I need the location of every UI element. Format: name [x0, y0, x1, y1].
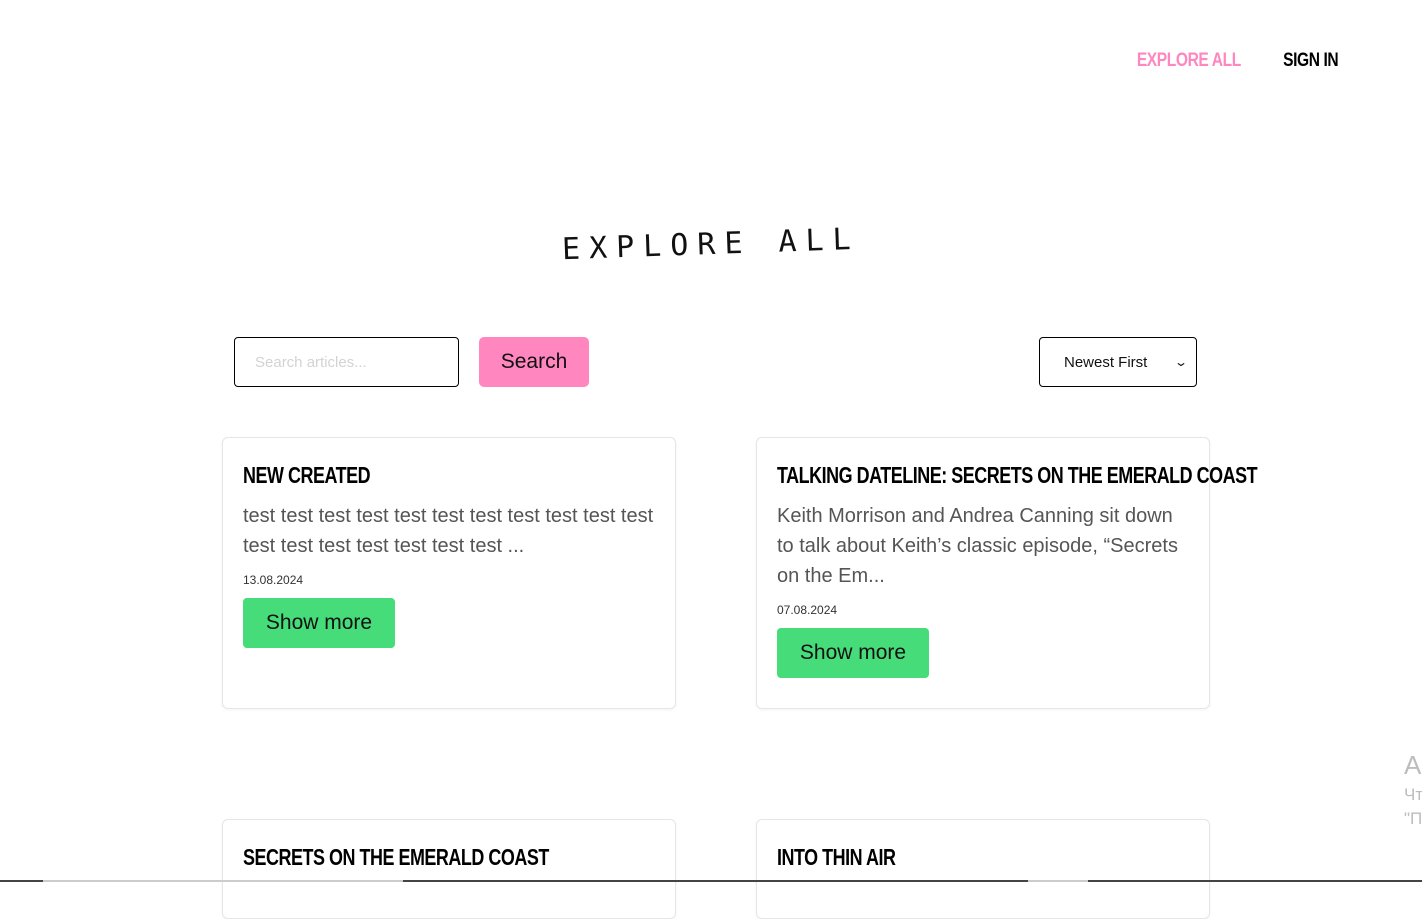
- article-excerpt: test test test test test test test test …: [243, 505, 654, 557]
- article-date: 07.08.2024: [777, 603, 838, 617]
- article-title[interactable]: TALKING DATELINE: SECRETS ON THE EMERALD…: [777, 462, 1258, 489]
- article-card: NEW CREATED test test test test test tes…: [222, 437, 676, 709]
- show-more-button[interactable]: Show more: [777, 628, 929, 678]
- article-card: TALKING DATELINE: SECRETS ON THE EMERALD…: [756, 437, 1258, 709]
- search-button[interactable]: Search: [479, 337, 589, 387]
- show-more-button[interactable]: Show more: [243, 598, 395, 648]
- search-input[interactable]: [234, 337, 459, 387]
- top-nav: EXPLORE ALL SIGN IN: [1114, 50, 1339, 72]
- article-date: 13.08.2024: [243, 573, 304, 587]
- sort-selected-value: Newest First: [1064, 353, 1148, 371]
- article-title[interactable]: NEW CREATED: [243, 462, 564, 489]
- watermark-line: Чт: [1404, 785, 1422, 804]
- watermark-line: Ак: [1404, 750, 1422, 780]
- article-title[interactable]: INTO THIN AIR: [777, 844, 1098, 871]
- article-title[interactable]: SECRETS ON THE EMERALD COAST: [243, 844, 564, 871]
- article-card: SECRETS ON THE EMERALD COAST: [222, 819, 676, 919]
- sort-select[interactable]: Newest First ⌄: [1039, 337, 1197, 387]
- nav-sign-in-link[interactable]: SIGN IN: [1283, 50, 1339, 72]
- page-title-text: EXPLORE ALL: [561, 221, 861, 268]
- chevron-down-icon: ⌄: [1173, 355, 1189, 369]
- page-title: EXPLORE ALL: [0, 222, 1422, 267]
- watermark-line: "П: [1404, 809, 1422, 828]
- nav-explore-all-link[interactable]: EXPLORE ALL: [1137, 50, 1241, 72]
- article-card: INTO THIN AIR: [756, 819, 1210, 919]
- article-excerpt: Keith Morrison and Andrea Canning sit do…: [777, 505, 1178, 587]
- os-activation-watermark: Ак Чт "П: [1404, 750, 1422, 829]
